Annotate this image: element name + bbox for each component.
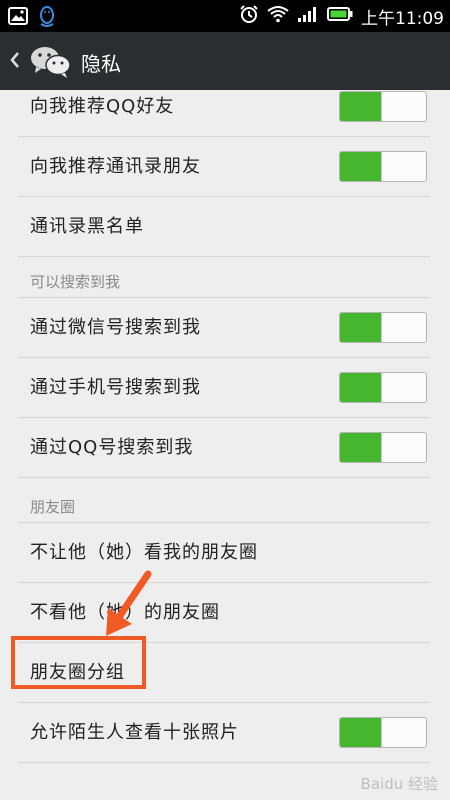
section-label: 可以搜索到我 bbox=[30, 273, 121, 291]
search-qq-toggle[interactable] bbox=[339, 432, 427, 463]
row-search-by-qq[interactable]: 通过QQ号搜索到我 bbox=[18, 417, 430, 478]
battery-icon bbox=[327, 6, 353, 27]
search-wechat-id-toggle[interactable] bbox=[339, 312, 427, 343]
signal-icon bbox=[297, 5, 319, 28]
row-label: 通过手机号搜索到我 bbox=[30, 377, 201, 398]
row-search-by-phone[interactable]: 通过手机号搜索到我 bbox=[18, 357, 430, 418]
alarm-icon bbox=[239, 4, 259, 29]
recommend-contacts-toggle[interactable] bbox=[339, 151, 427, 182]
row-search-by-wechat-id[interactable]: 通过微信号搜索到我 bbox=[18, 297, 430, 358]
row-contacts-blacklist[interactable]: 通讯录黑名单 bbox=[18, 196, 430, 257]
back-chevron-icon[interactable] bbox=[9, 50, 21, 74]
row-recommend-contacts[interactable]: 向我推荐通讯录朋友 bbox=[18, 136, 430, 197]
section-header-moments: 朋友圈 bbox=[18, 490, 430, 523]
row-label: 通过QQ号搜索到我 bbox=[30, 437, 194, 458]
row-label: 通过微信号搜索到我 bbox=[30, 317, 201, 338]
strangers-ten-photos-toggle[interactable] bbox=[339, 717, 427, 748]
clock-text: 上午11:09 bbox=[361, 8, 444, 29]
row-label: 不让他（她）看我的朋友圈 bbox=[30, 542, 258, 563]
qq-penguin-icon bbox=[38, 5, 56, 31]
privacy-settings-list: 向我推荐QQ好友 向我推荐通讯录朋友 通讯录黑名单 可以搜索到我 通过微信号搜索… bbox=[0, 90, 450, 800]
section-label: 朋友圈 bbox=[30, 498, 76, 516]
wechat-logo-icon bbox=[30, 45, 72, 83]
row-dont-let-see-moments[interactable]: 不让他（她）看我的朋友圈 bbox=[18, 522, 430, 583]
row-recommend-qq-friends[interactable]: 向我推荐QQ好友 bbox=[18, 90, 430, 137]
page-title: 隐私 bbox=[81, 52, 121, 76]
row-label: 向我推荐通讯录朋友 bbox=[30, 156, 201, 177]
status-bar: 上午11:09 bbox=[0, 0, 450, 32]
row-label: 允许陌生人查看十张照片 bbox=[30, 722, 239, 743]
row-strangers-view-ten-photos[interactable]: 允许陌生人查看十张照片 bbox=[18, 702, 430, 763]
row-label: 向我推荐QQ好友 bbox=[30, 96, 175, 117]
annotation-arrow-icon bbox=[100, 570, 156, 644]
image-notification-icon bbox=[8, 7, 28, 29]
title-bar: 隐私 bbox=[0, 32, 450, 90]
search-phone-toggle[interactable] bbox=[339, 372, 427, 403]
row-dont-see-moments[interactable]: 不看他（她）的朋友圈 bbox=[18, 582, 430, 643]
row-label: 通讯录黑名单 bbox=[30, 216, 144, 237]
watermark-text: Baidu 经验 bbox=[360, 775, 438, 793]
wifi-icon bbox=[267, 5, 289, 28]
section-header-searchable: 可以搜索到我 bbox=[18, 265, 430, 298]
recommend-qq-toggle[interactable] bbox=[339, 91, 427, 122]
